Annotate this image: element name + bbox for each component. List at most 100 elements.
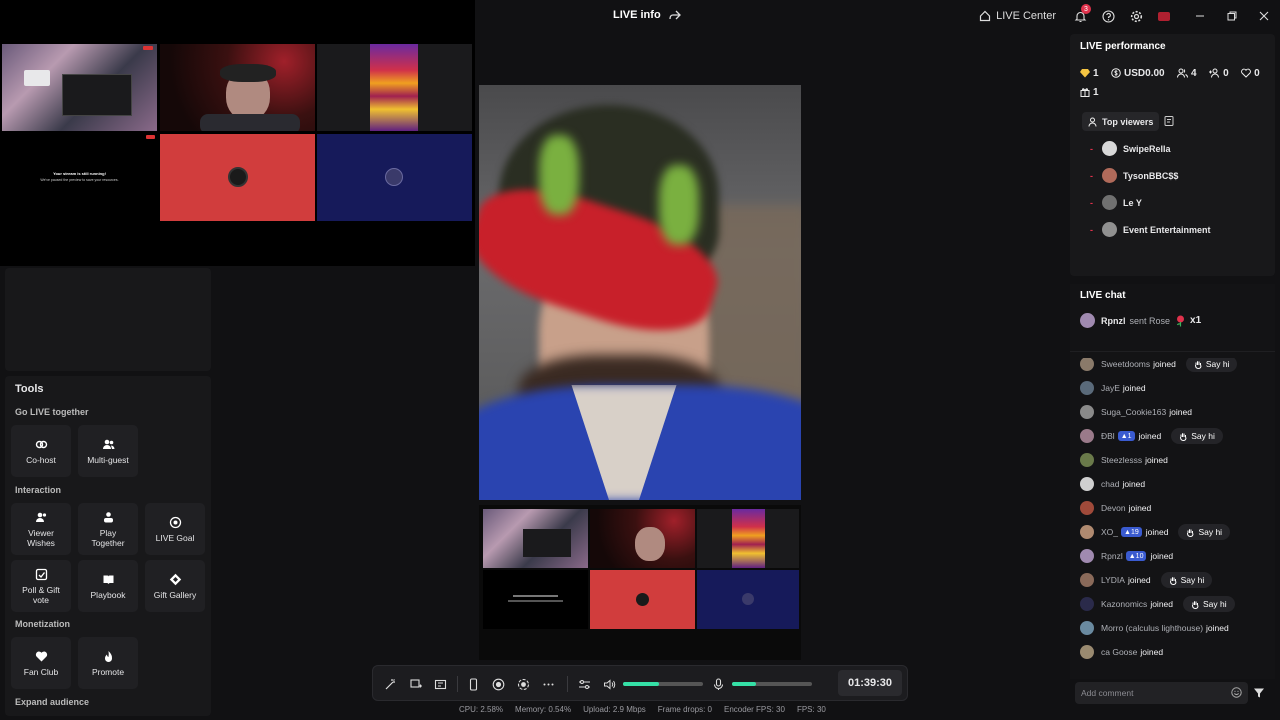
more-button[interactable] <box>539 675 557 693</box>
audio-settings-button[interactable] <box>575 675 593 693</box>
top-viewer-row[interactable]: - SwipeRella <box>1090 141 1171 156</box>
cohost-button[interactable]: Co-host <box>11 425 71 477</box>
settings-button[interactable] <box>1122 0 1150 32</box>
wave-hand-icon <box>1192 600 1199 609</box>
effects-button[interactable] <box>381 675 399 693</box>
viewer-wishes-button[interactable]: Viewer Wishes <box>11 503 71 555</box>
chat-message[interactable]: XO_ ▲ 19 joined Say hi <box>1080 524 1231 540</box>
avatar <box>1102 195 1117 210</box>
grid-cell-screen[interactable] <box>2 44 157 131</box>
say-hi-button[interactable]: Say hi <box>1160 572 1213 588</box>
live-center-button[interactable]: LIVE Center <box>979 0 1066 32</box>
chat-message-list[interactable]: Sweetdooms joined Say hi JayE joined Suga_Coo… <box>1070 358 1275 668</box>
chat-username[interactable]: Kazonomics <box>1101 599 1147 609</box>
tab-summary[interactable] <box>1163 115 1175 127</box>
likes-stat: 0 <box>1241 68 1260 79</box>
layout-button[interactable] <box>431 675 449 693</box>
multiguest-button[interactable]: Multi-guest <box>78 425 138 477</box>
chat-message[interactable]: Sweetdooms joined Say hi <box>1080 358 1238 372</box>
emoji-icon[interactable] <box>1231 687 1242 698</box>
chat-username[interactable]: ca Goose <box>1101 647 1137 657</box>
joined-text: joined <box>1122 383 1146 393</box>
chat-username[interactable]: Suga_Cookie163 <box>1101 407 1166 417</box>
live-preview[interactable] <box>479 85 801 500</box>
record-button[interactable] <box>489 675 507 693</box>
mic-volume-slider[interactable] <box>732 682 812 686</box>
gear-icon <box>1130 10 1142 22</box>
comment-input[interactable]: Add comment <box>1075 682 1248 704</box>
say-hi-button[interactable]: Say hi <box>1171 428 1223 444</box>
gallery-icon <box>169 573 181 585</box>
fan-club-button[interactable]: Fan Club <box>11 637 71 689</box>
preview-cell-guest-red[interactable] <box>590 570 695 629</box>
portrait-mode-button[interactable] <box>464 675 482 693</box>
play-together-button[interactable]: Play Together <box>78 503 138 555</box>
playbook-button[interactable]: Playbook <box>78 560 138 612</box>
microphone-icon <box>713 677 723 690</box>
viewer-rank: - <box>1090 224 1093 235</box>
mic-button[interactable] <box>709 675 727 693</box>
minimize-button[interactable] <box>1184 0 1216 32</box>
screenshot-button[interactable] <box>514 675 532 693</box>
preview-cell-game[interactable] <box>697 509 799 568</box>
promote-button[interactable]: Promote <box>78 637 138 689</box>
profile-avatar[interactable] <box>1150 0 1178 32</box>
layout-icon <box>434 679 446 689</box>
maximize-button[interactable] <box>1216 0 1248 32</box>
live-info-title[interactable]: LIVE info <box>613 9 681 21</box>
preview-cell-webcam[interactable] <box>590 509 695 568</box>
chat-username[interactable]: JayE <box>1101 383 1120 393</box>
chat-message[interactable]: chad joined <box>1080 476 1145 492</box>
chat-message[interactable]: Morro (calculus lighthouse) joined <box>1080 620 1229 636</box>
avatar <box>1080 597 1094 611</box>
chat-message[interactable]: Suga_Cookie163 joined <box>1080 404 1192 420</box>
chat-message[interactable]: Rpnzl ▲ 10 joined <box>1080 548 1173 564</box>
chat-username[interactable]: Steezlesss <box>1101 455 1142 465</box>
fps-stat: FPS: 30 <box>796 705 826 714</box>
say-hi-button[interactable]: Say hi <box>1185 358 1238 372</box>
chat-username[interactable]: XO_ <box>1101 527 1118 537</box>
chat-username[interactable]: Devon <box>1101 503 1126 513</box>
camera-focus-icon <box>517 678 529 690</box>
close-button[interactable] <box>1248 0 1280 32</box>
chat-username[interactable]: Rpnzl <box>1101 551 1123 561</box>
chat-message[interactable]: ca Goose joined <box>1080 644 1163 660</box>
viewer-wishes-label: Viewer Wishes <box>27 527 55 548</box>
grid-cell-guest-blue[interactable] <box>317 134 472 221</box>
chat-message[interactable]: LYDIA joined Say hi <box>1080 572 1213 588</box>
poll-gift-vote-label: Poll & Gift vote <box>22 584 60 605</box>
add-source-button[interactable] <box>407 675 425 693</box>
top-viewer-row[interactable]: - Le Y <box>1090 195 1142 210</box>
rose-icon <box>1176 315 1185 327</box>
notifications-button[interactable]: 3 <box>1066 0 1094 32</box>
help-button[interactable] <box>1094 0 1122 32</box>
tab-top-viewers[interactable]: Top viewers <box>1082 112 1160 131</box>
chat-username[interactable]: ÐBl <box>1101 431 1115 441</box>
chat-message[interactable]: ÐBl ▲ 1 joined Say hi <box>1080 428 1223 444</box>
speaker-button[interactable] <box>600 675 618 693</box>
grid-cell-game[interactable] <box>317 44 472 131</box>
preview-cell-screen[interactable] <box>483 509 588 568</box>
chat-username[interactable]: chad <box>1101 479 1119 489</box>
say-hi-button[interactable]: Say hi <box>1178 524 1231 540</box>
poll-gift-vote-button[interactable]: Poll & Gift vote <box>11 560 71 612</box>
preview-cell-guest-blue[interactable] <box>697 570 799 629</box>
say-hi-button[interactable]: Say hi <box>1183 596 1235 612</box>
filter-button[interactable] <box>1253 687 1265 699</box>
grid-cell-guest-red[interactable] <box>160 134 315 221</box>
chat-username[interactable]: LYDIA <box>1101 575 1125 585</box>
chat-message[interactable]: Kazonomics joined Say hi <box>1080 596 1235 612</box>
share-icon[interactable] <box>669 9 681 21</box>
chat-message[interactable]: JayE joined <box>1080 380 1146 396</box>
top-viewer-row[interactable]: - TysonBBC$$ <box>1090 168 1178 183</box>
chat-username[interactable]: Sweetdooms <box>1101 359 1150 369</box>
gift-gallery-button[interactable]: Gift Gallery <box>145 560 205 612</box>
speaker-volume-slider[interactable] <box>623 682 703 686</box>
chat-message[interactable]: Steezlesss joined <box>1080 452 1168 468</box>
chat-message[interactable]: Devon joined <box>1080 500 1151 516</box>
top-viewer-row[interactable]: - Event Entertainment <box>1090 222 1211 237</box>
control-bar: 01:39:30 <box>372 665 908 701</box>
chat-username[interactable]: Morro (calculus lighthouse) <box>1101 623 1203 633</box>
live-goal-button[interactable]: LIVE Goal <box>145 503 205 555</box>
grid-cell-webcam[interactable] <box>160 44 315 131</box>
